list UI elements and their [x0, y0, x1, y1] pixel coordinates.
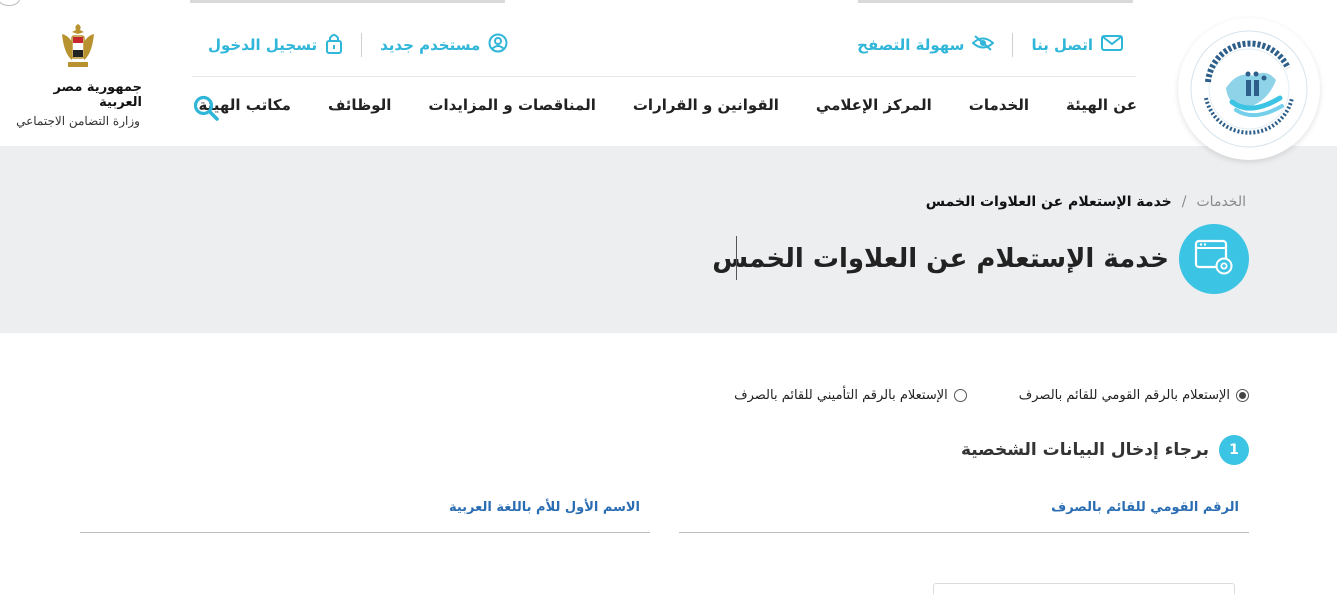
national-id-label: الرقم القومي للقائم بالصرف [1051, 500, 1239, 515]
radio-label: الإستعلام بالرقم التأميني للقائم بالصرف [734, 388, 948, 403]
edge-bar [858, 0, 1133, 3]
browser-gear-icon [1194, 239, 1234, 279]
inquiry-type-options: الإستعلام بالرقم القومي للقائم بالصرف ال… [734, 388, 1249, 403]
utility-links-left: مستخدم جديد تسجيل الدخول [208, 26, 508, 64]
search-button[interactable] [192, 95, 220, 125]
step-number-badge: 1 [1219, 435, 1249, 465]
nav-item-media[interactable]: المركز الإعلامي [816, 96, 932, 114]
accessibility-label: سهولة التصفح [857, 36, 965, 54]
radio-button[interactable] [953, 389, 967, 402]
eye-slash-icon [971, 34, 995, 56]
new-user-link[interactable]: مستخدم جديد [380, 33, 508, 57]
nosi-logo[interactable] [1178, 18, 1320, 160]
edge-bar [190, 0, 505, 3]
nav-item-jobs[interactable]: الوظائف [328, 96, 391, 114]
edge-circle [0, 0, 20, 6]
country-name: جمهورية مصر العربية [53, 80, 142, 110]
user-circle-icon [488, 33, 508, 57]
header-divider [192, 76, 1136, 77]
nav-item-about[interactable]: عن الهيئة [1066, 96, 1137, 114]
page-title: خدمة الإستعلام عن العلاوات الخمس [712, 244, 1169, 274]
envelope-icon [1101, 35, 1123, 55]
lock-icon [325, 32, 343, 58]
breadcrumb-current: خدمة الإستعلام عن العلاوات الخمس [925, 194, 1172, 210]
text-cursor [736, 236, 737, 280]
browser-top-edge [0, 0, 1337, 6]
radio-label: الإستعلام بالرقم القومي للقائم بالصرف [1018, 388, 1230, 403]
main-nav: عن الهيئة الخدمات المركز الإعلامي القوان… [199, 96, 1137, 114]
utility-links-right: اتصل بنا سهولة التصفح [857, 26, 1123, 64]
radio-button-selected[interactable] [1236, 389, 1249, 402]
nav-item-services[interactable]: الخدمات [969, 96, 1029, 114]
partial-form-box[interactable] [933, 583, 1235, 594]
utility-separator [1012, 33, 1014, 57]
search-icon [193, 95, 219, 125]
national-id-field[interactable]: الرقم القومي للقائم بالصرف [679, 495, 1249, 533]
contact-label: اتصل بنا [1031, 36, 1093, 54]
service-title-icon [1179, 224, 1249, 294]
nosi-logo-icon [1190, 30, 1308, 148]
step-title: برجاء إدخال البيانات الشخصية [960, 440, 1209, 460]
contact-link[interactable]: اتصل بنا [1031, 35, 1123, 55]
government-emblem: جمهورية مصر العربية وزارة التضامن الاجتم… [14, 20, 142, 128]
eagle-icon [58, 20, 98, 76]
login-label: تسجيل الدخول [208, 36, 318, 54]
form-step-header: 1 برجاء إدخال البيانات الشخصية [961, 435, 1249, 465]
accessibility-link[interactable]: سهولة التصفح [857, 34, 995, 56]
ministry-name: وزارة التضامن الاجتماعي [16, 114, 140, 128]
mother-first-name-label: الاسم الأول للأم باللغة العربية [448, 500, 640, 515]
radio-insurance-number[interactable]: الإستعلام بالرقم التأميني للقائم بالصرف [734, 388, 967, 403]
page-banner [0, 146, 1337, 333]
radio-national-id[interactable]: الإستعلام بالرقم القومي للقائم بالصرف [1019, 388, 1249, 403]
mother-first-name-field[interactable]: الاسم الأول للأم باللغة العربية [80, 495, 650, 533]
utility-separator [361, 33, 363, 57]
nav-item-tenders[interactable]: المناقصات و المزايدات [428, 96, 595, 114]
breadcrumb: الخدمات / خدمة الإستعلام عن العلاوات الخ… [926, 194, 1246, 210]
site-header: اتصل بنا سهولة التصفح مستخدم جديد تسجيل … [0, 0, 1337, 160]
new-user-label: مستخدم جديد [380, 36, 481, 54]
breadcrumb-separator: / [1181, 194, 1187, 210]
login-link[interactable]: تسجيل الدخول [208, 32, 343, 58]
nav-item-laws[interactable]: القوانين و القرارات [633, 96, 779, 114]
breadcrumb-services-link[interactable]: الخدمات [1197, 194, 1247, 210]
